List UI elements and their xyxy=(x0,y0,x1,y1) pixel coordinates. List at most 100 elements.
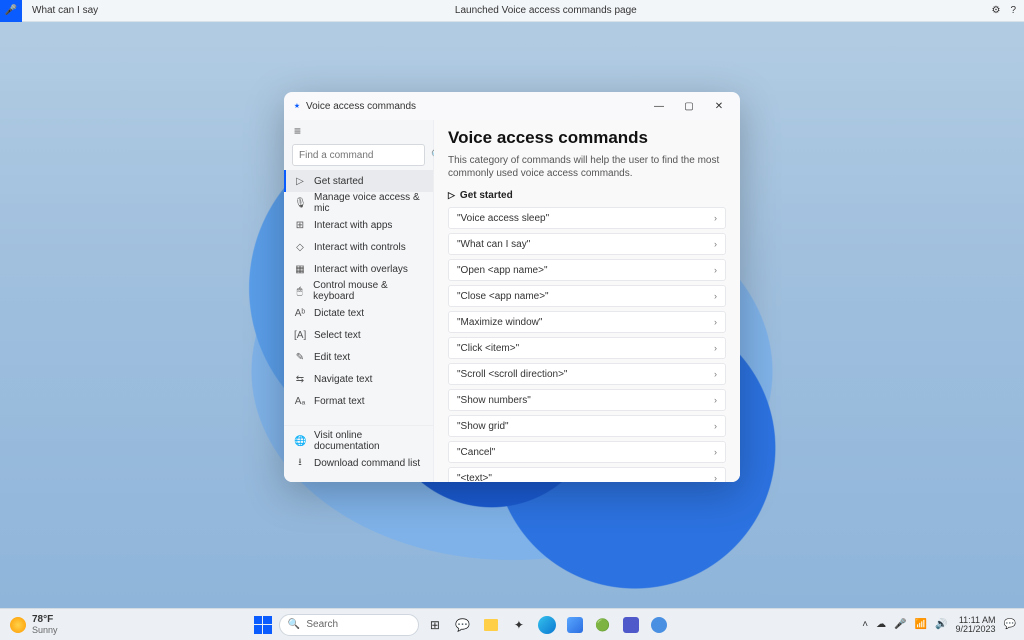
sidebar-item-manage-voice[interactable]: 🎙 Manage voice access & mic xyxy=(284,192,433,214)
nav-list: ▷ Get started 🎙 Manage voice access & mi… xyxy=(284,170,433,421)
command-text: "Cancel" xyxy=(457,447,495,458)
notifications-button[interactable]: 💬 xyxy=(1004,619,1016,630)
sidebar-item-select-text[interactable]: [A] Select text xyxy=(284,324,433,346)
taskbar-clock[interactable]: 11:11 AM 9/21/2023 xyxy=(956,616,996,634)
sidebar-footer-docs[interactable]: 🌐 Visit online documentation xyxy=(284,430,433,452)
sidebar-item-label: Visit online documentation xyxy=(314,430,423,452)
sidebar-item-get-started[interactable]: ▷ Get started xyxy=(284,170,433,192)
clock-date: 9/21/2023 xyxy=(956,625,996,634)
section-title: Get started xyxy=(460,190,513,201)
mic-icon: 🎤 xyxy=(5,5,17,16)
search-input-wrapper[interactable]: 🔍 xyxy=(292,144,425,166)
tray-onedrive-icon[interactable]: ☁ xyxy=(876,619,886,630)
voice-status-text: Launched Voice access commands page xyxy=(108,5,983,16)
explorer-button[interactable] xyxy=(479,613,503,637)
tray-network-icon[interactable]: 📶 xyxy=(915,619,927,630)
pinned-app-1[interactable]: ✦ xyxy=(507,613,531,637)
command-row[interactable]: "Voice access sleep" › xyxy=(448,207,726,229)
task-view-button[interactable]: ⊞ xyxy=(423,613,447,637)
command-row[interactable]: "What can I say" › xyxy=(448,233,726,255)
sidebar-item-label: Get started xyxy=(314,176,363,187)
weather-widget[interactable]: 78°F Sunny xyxy=(0,614,68,635)
taskbar-search[interactable]: 🔍 Search xyxy=(279,614,419,636)
chevron-right-icon: › xyxy=(714,369,717,379)
tray-volume-icon[interactable]: 🔊 xyxy=(935,619,947,630)
weather-sun-icon xyxy=(10,617,26,633)
command-text: "What can I say" xyxy=(457,239,530,250)
command-text: "Open <app name>" xyxy=(457,265,548,276)
start-button[interactable] xyxy=(251,613,275,637)
weather-cond: Sunny xyxy=(32,625,58,635)
sidebar-item-interact-controls[interactable]: ◇ Interact with controls xyxy=(284,236,433,258)
command-row[interactable]: "Maximize window"› xyxy=(448,311,726,333)
sidebar-item-interact-overlays[interactable]: ▦ Interact with overlays xyxy=(284,258,433,280)
tray-mic-icon[interactable]: 🎤 xyxy=(894,619,906,630)
command-row[interactable]: "<text>" › xyxy=(448,467,726,482)
chevron-right-icon: › xyxy=(714,447,717,457)
sidebar-item-label: Download command list xyxy=(314,458,420,469)
command-row[interactable]: "Show grid"› xyxy=(448,415,726,437)
command-text: "Voice access sleep" xyxy=(457,213,549,224)
help-icon[interactable]: ? xyxy=(1010,5,1016,16)
chevron-right-icon: › xyxy=(714,473,717,482)
sidebar-item-label: Dictate text xyxy=(314,308,364,319)
store-button[interactable] xyxy=(563,613,587,637)
minimize-button[interactable]: — xyxy=(644,92,674,120)
sidebar: ≡ 🔍 ▷ Get started 🎙 Manage voice access … xyxy=(284,120,434,482)
command-text: "<text>" xyxy=(457,473,492,483)
edge-button[interactable] xyxy=(535,613,559,637)
chevron-right-icon: › xyxy=(714,239,717,249)
sidebar-item-label: Control mouse & keyboard xyxy=(313,280,423,302)
chat-button[interactable]: 💬 xyxy=(451,613,475,637)
section-header[interactable]: ▷ Get started xyxy=(448,190,726,201)
weather-temp: 78°F xyxy=(32,614,58,625)
sidebar-item-label: Manage voice access & mic xyxy=(314,192,423,214)
window-titlebar[interactable]: ⭑ Voice access commands — ▢ ✕ xyxy=(284,92,740,120)
chevron-right-icon: › xyxy=(714,395,717,405)
command-text: "Scroll <scroll direction>" xyxy=(457,369,567,380)
teams-button[interactable] xyxy=(619,613,643,637)
apps-icon: ⊞ xyxy=(294,220,306,231)
command-row[interactable]: "Open <app name>"› xyxy=(448,259,726,281)
command-list: "Voice access sleep"› "What can I say"› … xyxy=(448,207,726,482)
sidebar-item-interact-apps[interactable]: ⊞ Interact with apps xyxy=(284,214,433,236)
sidebar-item-format-text[interactable]: Aₐ Format text xyxy=(284,390,433,412)
voice-access-button[interactable] xyxy=(647,613,671,637)
sidebar-item-mouse-keyboard[interactable]: 🖱 Control mouse & keyboard xyxy=(284,280,433,302)
sidebar-footer-download[interactable]: ⭳ Download command list xyxy=(284,452,433,474)
download-icon: ⭳ xyxy=(294,455,306,472)
mic-toggle-button[interactable]: 🎤 xyxy=(0,0,22,22)
page-title: Voice access commands xyxy=(448,128,726,148)
chevron-right-icon: › xyxy=(714,213,717,223)
command-row[interactable]: "Close <app name>"› xyxy=(448,285,726,307)
tray-chevron[interactable]: ˄ xyxy=(862,619,868,630)
voice-access-bar: 🎤 What can I say Launched Voice access c… xyxy=(0,0,1024,22)
pinned-app-2[interactable]: 🟢 xyxy=(591,613,615,637)
sidebar-item-navigate-text[interactable]: ⇆ Navigate text xyxy=(284,368,433,390)
sidebar-item-dictate-text[interactable]: Aᵇ Dictate text xyxy=(284,302,433,324)
search-icon: 🔍 xyxy=(288,619,300,630)
select-icon: [A] xyxy=(294,330,306,341)
sidebar-item-label: Navigate text xyxy=(314,374,372,385)
chevron-right-icon: › xyxy=(714,291,717,301)
sidebar-item-label: Interact with controls xyxy=(314,242,406,253)
command-row[interactable]: "Show numbers"› xyxy=(448,389,726,411)
content-pane: Voice access commands This category of c… xyxy=(434,120,740,482)
navigate-icon: ⇆ xyxy=(294,374,306,385)
voice-commands-window: ⭑ Voice access commands — ▢ ✕ ≡ 🔍 ▷ Get … xyxy=(284,92,740,482)
sidebar-item-label: Interact with apps xyxy=(314,220,392,231)
close-button[interactable]: ✕ xyxy=(704,92,734,120)
command-row[interactable]: "Cancel" › xyxy=(448,441,726,463)
command-row[interactable]: "Scroll <scroll direction>" › xyxy=(448,363,726,385)
search-placeholder: Search xyxy=(306,619,338,630)
chevron-right-icon: › xyxy=(714,317,717,327)
settings-icon[interactable]: ⚙ xyxy=(991,5,1000,16)
what-can-i-say-link[interactable]: What can I say xyxy=(22,5,108,16)
search-input[interactable] xyxy=(299,150,431,161)
sidebar-item-edit-text[interactable]: ✎ Edit text xyxy=(284,346,433,368)
page-description: This category of commands will help the … xyxy=(448,154,726,180)
sidebar-item-label: Edit text xyxy=(314,352,350,363)
maximize-button[interactable]: ▢ xyxy=(674,92,704,120)
hamburger-menu[interactable]: ≡ xyxy=(284,120,433,142)
command-row[interactable]: "Click <item>"› xyxy=(448,337,726,359)
